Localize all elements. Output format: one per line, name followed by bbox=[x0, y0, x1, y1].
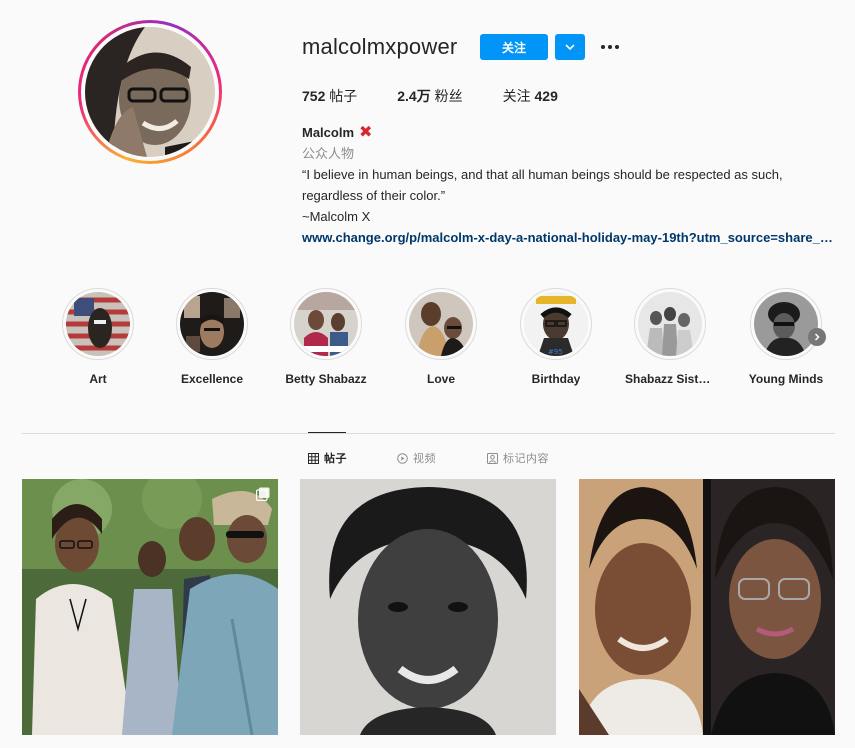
highlight-thumb bbox=[409, 292, 473, 356]
highlight-young-minds[interactable]: Young Minds bbox=[728, 288, 844, 386]
bio-line-1: “I believe in human beings, and that all… bbox=[302, 167, 783, 182]
avatar-photo bbox=[85, 27, 215, 157]
highlight-label: Love bbox=[426, 372, 455, 386]
highlight-thumb bbox=[66, 292, 130, 356]
highlight-label: Art bbox=[89, 372, 107, 386]
bio-line-3: ~Malcolm X bbox=[302, 209, 371, 224]
highlight-label: Birthday bbox=[531, 372, 581, 386]
highlight-shabazz-sisters[interactable]: Shabazz Sisters bbox=[612, 288, 728, 386]
post-thumbnail[interactable] bbox=[22, 479, 278, 735]
post-thumbnail[interactable] bbox=[300, 479, 556, 735]
bio-line-2: regardless of their color.” bbox=[302, 188, 446, 203]
stat-posts: 752 帖子 bbox=[302, 86, 357, 106]
highlights-next-button[interactable] bbox=[808, 328, 826, 346]
highlight-betty-shabazz[interactable]: Betty Shabazz bbox=[268, 288, 384, 386]
play-circle-icon bbox=[397, 452, 408, 464]
following-label: 关注 bbox=[502, 88, 531, 104]
stat-followers[interactable]: 2.4万 粉丝 bbox=[397, 86, 462, 106]
tagged-user-icon bbox=[487, 452, 498, 464]
highlight-label: Shabazz Sisters bbox=[625, 372, 715, 386]
highlight-thumb bbox=[294, 292, 358, 356]
highlight-ring: #95 bbox=[520, 288, 592, 360]
bio-external-link[interactable]: www.change.org/p/malcolm-x-day-a-nationa… bbox=[302, 227, 837, 248]
multiple-posts-icon bbox=[256, 487, 270, 501]
following-count: 429 bbox=[534, 88, 558, 104]
post-image bbox=[579, 479, 835, 735]
stat-following[interactable]: 关注 429 bbox=[503, 86, 558, 106]
post-thumbnail[interactable] bbox=[579, 479, 835, 735]
highlight-ring bbox=[290, 288, 362, 360]
tab-tagged[interactable]: 标记内容 bbox=[487, 450, 549, 466]
follow-button[interactable]: 关注 bbox=[480, 34, 548, 60]
bio-name: Malcolm bbox=[302, 125, 355, 140]
active-tab-indicator bbox=[308, 432, 346, 433]
suggested-dropdown-button[interactable] bbox=[555, 34, 585, 60]
highlight-ring bbox=[405, 288, 477, 360]
highlight-thumb bbox=[754, 292, 818, 356]
followers-count: 2.4万 bbox=[397, 88, 431, 104]
bio-category: 公众人物 bbox=[302, 146, 355, 161]
highlight-ring bbox=[634, 288, 706, 360]
tab-tagged-label: 标记内容 bbox=[503, 453, 549, 465]
tab-posts[interactable]: 帖子 bbox=[308, 450, 347, 466]
more-options-button[interactable] bbox=[598, 35, 622, 59]
tabs-divider bbox=[22, 433, 835, 434]
highlight-label: Excellence bbox=[180, 372, 244, 386]
post-image bbox=[22, 479, 278, 735]
followers-label: 粉丝 bbox=[434, 88, 463, 104]
profile-username: malcolmxpower bbox=[302, 34, 458, 59]
avatar-inner bbox=[81, 23, 219, 161]
chevron-right-icon bbox=[814, 333, 820, 341]
chevron-down-icon bbox=[565, 44, 575, 51]
profile-bio: Malcolm ✖ 公众人物 “I believe in human being… bbox=[302, 122, 842, 248]
highlight-label: Betty Shabazz bbox=[285, 372, 367, 386]
tab-posts-label: 帖子 bbox=[324, 453, 347, 465]
highlight-birthday[interactable]: #95 Birthday bbox=[498, 288, 614, 386]
highlight-ring bbox=[62, 288, 134, 360]
more-dots-icon bbox=[601, 45, 619, 49]
grid-icon bbox=[308, 452, 319, 464]
highlight-excellence[interactable]: Excellence bbox=[154, 288, 270, 386]
cross-mark-emoji: ✖ bbox=[359, 124, 373, 141]
bio-name-row: Malcolm ✖ bbox=[302, 122, 842, 143]
highlight-ring bbox=[750, 288, 822, 360]
highlight-ring bbox=[176, 288, 248, 360]
highlight-thumb: #95 bbox=[524, 292, 588, 356]
story-highlights: Art Excellence Betty Shabazz Love #95 Bi… bbox=[40, 288, 840, 388]
posts-label: 帖子 bbox=[329, 88, 358, 104]
post-image bbox=[300, 479, 556, 735]
tab-videos[interactable]: 视频 bbox=[397, 450, 436, 466]
posts-count: 752 bbox=[302, 88, 326, 104]
highlight-love[interactable]: Love bbox=[383, 288, 499, 386]
highlight-thumb bbox=[180, 292, 244, 356]
profile-stats: 752 帖子 2.4万 粉丝 关注 429 bbox=[302, 86, 598, 106]
highlight-thumb bbox=[638, 292, 702, 356]
profile-avatar-ring[interactable] bbox=[78, 20, 222, 164]
profile-avatar bbox=[85, 27, 215, 157]
highlight-label: Young Minds bbox=[748, 372, 824, 386]
highlight-art[interactable]: Art bbox=[40, 288, 156, 386]
svg-text:#95: #95 bbox=[548, 348, 563, 356]
tab-videos-label: 视频 bbox=[413, 453, 436, 465]
